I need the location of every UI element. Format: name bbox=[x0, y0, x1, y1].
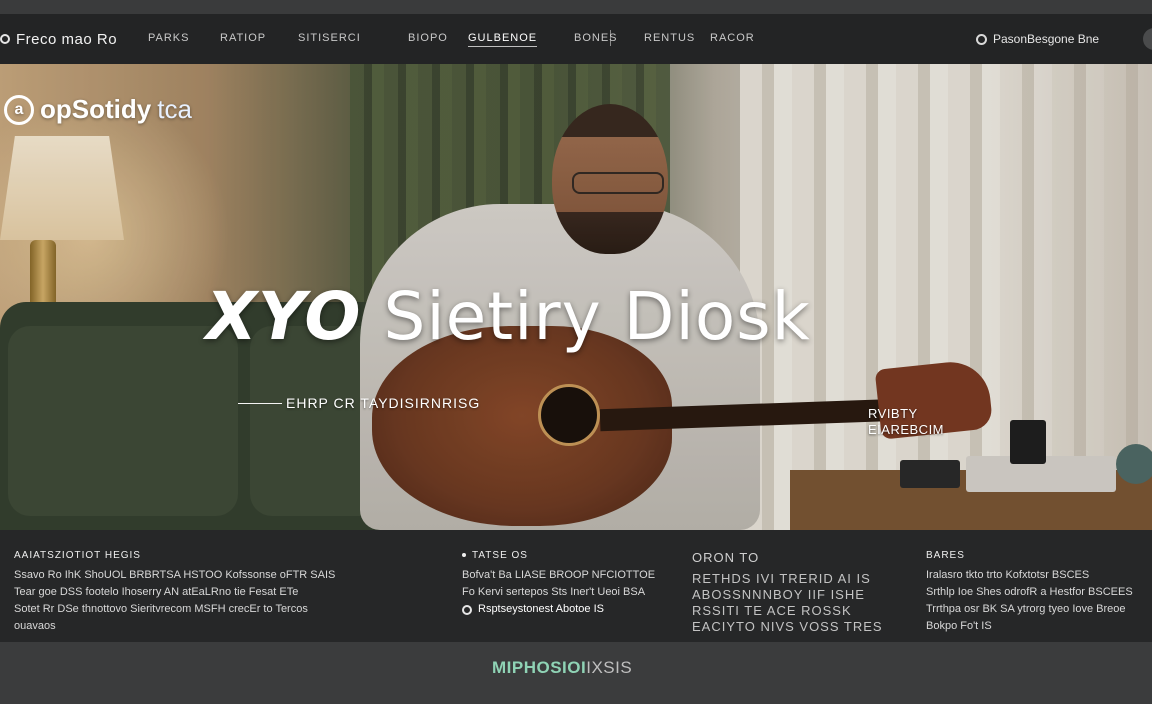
info-column-3-line: ABOSSNNNBOY IIF ISHE bbox=[692, 587, 865, 602]
info-column-4: BARES Iralasro tkto trto Kofxtotsr BSCES… bbox=[926, 550, 1146, 635]
info-column-3-line: EACIYTO NIVS VOSS TRES bbox=[692, 619, 883, 634]
footer-brand-primary: MIPHOSIOI bbox=[492, 658, 587, 677]
hero-subtitle-text: EHRP CR TAYDISIRNRISG bbox=[286, 395, 481, 411]
hero-title-lead: XYO bbox=[206, 278, 362, 355]
info-column-2-link-text: Rsptseystonest Abotoe IS bbox=[478, 603, 604, 615]
nav-link-bones[interactable]: Bones bbox=[574, 32, 618, 44]
info-column-1: AAIATSZIOTIOT HEGIS Ssavo Ro IhK ShoUOL … bbox=[14, 550, 454, 635]
window-top-strip bbox=[0, 0, 1152, 14]
info-column-4-title: BARES bbox=[926, 550, 965, 561]
info-column-3-line: RSSITI TE ACE ROSSK bbox=[692, 603, 852, 618]
hero-logo[interactable]: a opSotidy tca bbox=[4, 94, 192, 125]
footer-brand-secondary: IXSIS bbox=[586, 658, 633, 677]
top-navigation-bar: Freco mao Ro Parks Ratiop Sitiserci Biop… bbox=[0, 14, 1152, 64]
footer-brand[interactable]: MIPHOSIOIIXSIS bbox=[492, 658, 632, 678]
link-icon bbox=[462, 604, 472, 615]
hero-banner: a opSotidy tca XYO Sietiry Diosk EHRP CR … bbox=[0, 64, 1152, 530]
bullet-icon bbox=[462, 553, 466, 558]
menu-button[interactable]: ⋮ bbox=[1143, 28, 1152, 50]
more-icon: ⋮ bbox=[1148, 32, 1152, 46]
info-column-3: ORON TO RETHDS IVI TRERID AI IS ABOSSNNN… bbox=[692, 550, 902, 635]
info-column-2-line: Bofva't Ba LIASE BROOP NFCIOTTOE bbox=[462, 569, 656, 581]
site-brand-label: Freco mao Ro bbox=[16, 30, 118, 48]
info-column-2-title: TATSE OS bbox=[462, 550, 672, 561]
info-column-1-line: ouavaos bbox=[14, 620, 56, 632]
hero-tagline: RVIBTY EIAREBCIM bbox=[868, 406, 944, 438]
info-column-2-link[interactable]: Rsptseystonest Abotoe IS bbox=[462, 601, 672, 618]
nav-link-rentus[interactable]: Rentus bbox=[644, 32, 695, 44]
footer: MIPHOSIOIIXSIS bbox=[0, 642, 1152, 704]
info-column-2-line: Fo Kervi sertepos Sts Iner't Ueoi BSA bbox=[462, 586, 646, 598]
account-search-label: PasonBesgone Bne bbox=[993, 32, 1100, 46]
info-column-2: TATSE OS Bofva't Ba LIASE BROOP NFCIOTTO… bbox=[462, 550, 672, 618]
hero-subtitle: EHRP CR TAYDISIRNRISG bbox=[238, 394, 480, 412]
nav-link-biopo[interactable]: Biopo bbox=[408, 32, 448, 44]
nav-link-racor[interactable]: Racor bbox=[710, 32, 755, 44]
info-column-2-title-text: TATSE OS bbox=[472, 550, 528, 561]
hero-title-main: Sietiry Diosk bbox=[383, 278, 811, 355]
info-column-1-title: AAIATSZIOTIOT HEGIS bbox=[14, 550, 141, 561]
nav-link-ratiop[interactable]: Ratiop bbox=[220, 32, 266, 44]
logo-mark-icon: a bbox=[4, 94, 34, 125]
nav-link-sitiserci[interactable]: Sitiserci bbox=[298, 32, 361, 44]
info-column-4-line: Trrthpa osr BK SA ytrorg tyeo Iove Breoe bbox=[926, 603, 1126, 615]
nav-link-gulbenoe[interactable]: Gulbenoe bbox=[468, 32, 538, 47]
info-column-3-line: RETHDS IVI TRERID AI IS bbox=[692, 571, 871, 586]
hero-logo-suffix: tca bbox=[157, 94, 192, 124]
info-column-4-line: Bokpo Fo't IS bbox=[926, 620, 992, 632]
subtitle-rule bbox=[238, 402, 282, 404]
search-icon bbox=[976, 33, 987, 45]
info-column-1-line: Ssavo Ro IhK ShoUOL BRBRTSA HSTOO Kofsso… bbox=[14, 569, 336, 581]
account-search-link[interactable]: PasonBesgone Bne bbox=[976, 29, 1099, 49]
hero-title: XYO Sietiry Diosk bbox=[206, 278, 811, 355]
brand-logo-icon bbox=[0, 34, 10, 44]
info-column-1-line: Tear goe DSS footelo Ihoserry AN atEaLRn… bbox=[14, 586, 299, 598]
info-column-3-title: ORON TO bbox=[692, 550, 760, 565]
nav-link-parks[interactable]: Parks bbox=[148, 32, 189, 44]
site-brand[interactable]: Freco mao Ro bbox=[0, 14, 117, 64]
info-column-1-line: Sotet Rr DSe thnottovo Sieritvrecom MSFH… bbox=[14, 603, 308, 615]
hero-tag-line: EIAREBCIM bbox=[868, 422, 945, 437]
hero-logo-text: opSotidy bbox=[40, 94, 152, 124]
info-column-4-line: Srthlp Ioe Shes odrofR a Hestfor BSCEES bbox=[926, 586, 1133, 598]
info-band: AAIATSZIOTIOT HEGIS Ssavo Ro IhK ShoUOL … bbox=[0, 530, 1152, 642]
hero-tag-line: RVIBTY bbox=[868, 406, 918, 421]
info-column-4-line: Iralasro tkto trto Kofxtotsr BSCES bbox=[926, 569, 1090, 581]
nav-links: Parks Ratiop Sitiserci Biopo Gulbenoe Bo… bbox=[148, 14, 768, 64]
